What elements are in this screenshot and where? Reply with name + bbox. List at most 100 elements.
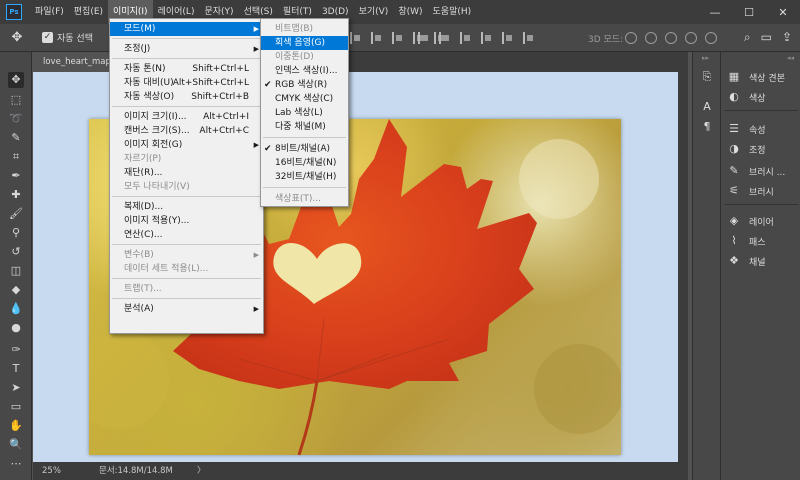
character-icon[interactable]: A (700, 100, 714, 114)
crop-tool-icon[interactable]: ⌗ (8, 149, 24, 165)
pen-tool-icon[interactable]: ✑ (8, 342, 24, 358)
blur-tool-icon[interactable]: 💧 (8, 301, 24, 317)
mode-menu-item[interactable]: 비트맵(B) (261, 22, 348, 36)
panel-grip[interactable]: ▸▸ (702, 54, 709, 62)
image-menu-item[interactable]: 데이터 세트 적용(L)... (110, 262, 263, 276)
paint-bucket-tool-icon[interactable]: ◆ (8, 282, 24, 298)
mode-menu-item[interactable]: CMYK 색상(C) (261, 92, 348, 106)
image-menu-item[interactable]: 자동 대비(U) Alt+Shift+Ctrl+L (110, 76, 263, 90)
properties-icon: ☰ (729, 122, 739, 135)
submenu-arrow-icon: ▶ (253, 141, 259, 149)
minimize-button[interactable]: — (698, 0, 732, 24)
autoselect-checkbox[interactable]: ✓ (42, 32, 53, 43)
lasso-tool-icon[interactable]: ➰ (8, 111, 24, 127)
image-menu-item[interactable]: 모드(M) ▶ (110, 22, 263, 36)
menu-edit[interactable]: 편집(E) (69, 0, 108, 24)
autoselect-label: 자동 선택 (57, 34, 93, 44)
mode-menu-item[interactable]: ✔ RGB 색상(R) (261, 78, 348, 92)
roll-3d-icon[interactable] (645, 32, 657, 44)
share-icon[interactable]: ⇪ (782, 30, 792, 45)
maximize-button[interactable]: ☐ (732, 0, 766, 24)
image-menu-item[interactable]: 연산(C)... (110, 228, 263, 242)
image-menu-item[interactable]: 이미지 회전(G) ▶ (110, 138, 263, 152)
paragraph-icon[interactable]: ¶ (700, 120, 714, 134)
image-menu-item[interactable]: 캔버스 크기(S)... Alt+Ctrl+C (110, 124, 263, 138)
mode-menu-item[interactable]: 다중 채널(M) (261, 120, 348, 134)
distribute-left-icon[interactable] (481, 32, 492, 44)
distribute-hcenter-icon[interactable] (502, 32, 513, 44)
image-menu-item[interactable]: 이미지 크기(I)... Alt+Ctrl+I (110, 110, 263, 124)
healing-brush-tool-icon[interactable]: ✚ (8, 187, 24, 203)
clone-stamp-tool-icon[interactable]: ⚲ (8, 225, 24, 241)
mode-menu-item[interactable]: 16비트/채널(N) (261, 156, 348, 170)
image-menu-item[interactable]: 복제(D)... (110, 200, 263, 214)
image-menu-item[interactable]: 모두 나타내기(V) (110, 180, 263, 194)
mode-menu-item[interactable]: 회색 음영(G) (261, 36, 348, 50)
panel-brushes[interactable]: ⚟ 브러시 (727, 182, 774, 200)
more-tools-icon[interactable]: ⋯ (8, 456, 24, 472)
image-menu-item[interactable]: 자르기(P) (110, 152, 263, 166)
eraser-tool-icon[interactable]: ◫ (8, 263, 24, 279)
menu-window[interactable]: 창(W) (393, 0, 427, 24)
distribute-vcenter-icon[interactable] (439, 32, 450, 44)
marquee-tool-icon[interactable]: ⬚ (8, 92, 24, 108)
eyedropper-tool-icon[interactable]: ✒ (8, 168, 24, 184)
quick-select-tool-icon[interactable]: ✎ (8, 130, 24, 146)
panel-color[interactable]: ◐ 색상 (727, 88, 765, 106)
mode-menu-item[interactable]: 색상표(T)... (261, 192, 348, 206)
panel-swatches[interactable]: ▦ 색상 견본 (727, 68, 785, 86)
move-tool-icon[interactable]: ✥ (8, 72, 24, 88)
history-icon[interactable]: ⎘ (700, 70, 714, 84)
panel-paths[interactable]: ⌇ 패스 (727, 232, 765, 250)
image-menu-item[interactable]: 트랩(T)... (110, 282, 263, 296)
panel-layers[interactable]: ◈ 레이어 (727, 212, 774, 230)
path-select-tool-icon[interactable]: ➤ (8, 380, 24, 396)
brush-tool-icon[interactable]: 🖌 (8, 206, 24, 222)
hand-tool-icon[interactable]: ✋ (8, 418, 24, 434)
distribute-bottom-icon[interactable] (460, 32, 471, 44)
scale-3d-icon[interactable] (705, 32, 717, 44)
search-icon[interactable]: ⌕ (744, 30, 751, 45)
image-menu-item[interactable]: 재단(R)... (110, 166, 263, 180)
image-menu-item[interactable]: 자동 톤(N) Shift+Ctrl+L (110, 62, 263, 76)
move-tool-preset-icon[interactable]: ✥ (0, 24, 34, 52)
status-arrow-icon[interactable]: 〉 (197, 462, 206, 480)
distribute-right-icon[interactable] (523, 32, 534, 44)
rectangle-tool-icon[interactable]: ▭ (8, 399, 24, 415)
menu-view[interactable]: 보기(V) (354, 0, 394, 24)
distribute-top-icon[interactable] (418, 32, 429, 44)
image-menu-item[interactable]: 조정(J) ▶ (110, 42, 263, 56)
mode-menu-item[interactable]: Lab 색상(L) (261, 106, 348, 120)
zoom-level[interactable]: 25% (42, 462, 61, 480)
panel-brush-settings[interactable]: ✎ 브러시 ... (727, 162, 785, 180)
workspace-icon[interactable]: ▭ (761, 30, 772, 45)
vertical-scrollbar[interactable] (678, 72, 688, 464)
menu-help[interactable]: 도움말(H) (428, 0, 477, 24)
image-menu-item[interactable]: 자동 색상(O) Shift+Ctrl+B (110, 90, 263, 104)
zoom-tool-icon[interactable]: 🔍 (8, 437, 24, 453)
align-left-icon[interactable] (350, 32, 361, 44)
panel-channels[interactable]: ❖ 채널 (727, 252, 766, 270)
menu-file[interactable]: 파일(F) (30, 0, 69, 24)
image-menu-item[interactable]: 이미지 적용(Y)... (110, 214, 263, 228)
panel-properties[interactable]: ☰ 속성 (727, 120, 766, 138)
history-brush-tool-icon[interactable]: ↺ (8, 244, 24, 260)
mode-menu-item[interactable]: ✔ 8비트/채널(A) (261, 142, 348, 156)
panel-collapse-grip[interactable]: ◂◂ (787, 54, 794, 62)
checkmark-icon: ✔ (264, 80, 272, 90)
close-button[interactable]: ✕ (766, 0, 800, 24)
mode-menu-item[interactable]: 인덱스 색상(I)... (261, 64, 348, 78)
panel-adjustments[interactable]: ◑ 조정 (727, 140, 765, 158)
slide-3d-icon[interactable] (685, 32, 697, 44)
pan-3d-icon[interactable] (665, 32, 677, 44)
align-hcenter-icon[interactable] (371, 32, 382, 44)
orbit-3d-icon[interactable] (625, 32, 637, 44)
image-menu-item[interactable]: 변수(B) ▶ (110, 248, 263, 262)
image-menu-item[interactable]: 분석(A) ▶ (110, 302, 263, 316)
mode-menu-item[interactable]: 이중톤(D) (261, 50, 348, 64)
align-right-icon[interactable] (392, 32, 403, 44)
mode-menu-item[interactable]: 32비트/채널(H) (261, 170, 348, 184)
type-tool-icon[interactable]: T (8, 361, 24, 377)
dodge-tool-icon[interactable]: ● (8, 320, 24, 336)
menu-item-label: 모두 나타내기(V) (124, 182, 190, 192)
